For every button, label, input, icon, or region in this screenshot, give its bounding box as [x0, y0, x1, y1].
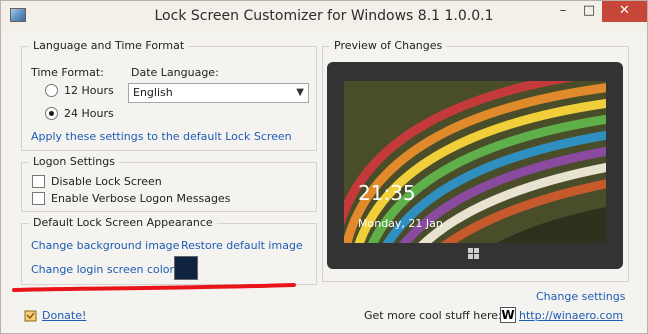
date-language-select[interactable]: English ▼ — [128, 83, 309, 103]
disable-lock-screen-label[interactable]: Disable Lock Screen — [51, 175, 162, 188]
preview-group-title: Preview of Changes — [330, 39, 447, 52]
tablet-preview — [327, 62, 623, 269]
winaero-w-icon: W — [500, 307, 516, 323]
donate-icon — [24, 310, 37, 322]
radio-24-hours[interactable] — [45, 107, 58, 120]
winaero-link[interactable]: http://winaero.com — [519, 309, 623, 322]
radio-24-hours-label[interactable]: 24 Hours — [64, 107, 114, 120]
red-annotation-stroke — [12, 283, 296, 292]
title-bar: Lock Screen Customizer for Windows 8.1 1… — [1, 1, 647, 32]
donate-icon-body — [24, 310, 37, 322]
chevron-down-icon: ▼ — [296, 87, 304, 98]
date-language-value: English — [133, 86, 173, 99]
windows-logo-icon — [468, 248, 480, 260]
more-stuff-label: Get more cool stuff here: — [364, 309, 502, 322]
preview-date: Monday, 21 Jan — [358, 217, 443, 230]
login-color-swatch[interactable] — [174, 256, 198, 280]
verbose-logon-checkbox[interactable] — [32, 192, 45, 205]
donate-link[interactable]: Donate! — [42, 309, 86, 322]
date-language-label: Date Language: — [131, 66, 219, 79]
close-button[interactable]: ✕ — [602, 1, 647, 22]
verbose-logon-label[interactable]: Enable Verbose Logon Messages — [51, 192, 230, 205]
appearance-group-title: Default Lock Screen Appearance — [29, 216, 217, 229]
preview-clock: 21:35 — [358, 181, 416, 205]
minimize-button[interactable]: – — [550, 1, 576, 22]
logon-settings-group-title: Logon Settings — [29, 155, 119, 168]
change-settings-link[interactable]: Change settings — [536, 290, 625, 303]
disable-lock-screen-checkbox[interactable] — [32, 175, 45, 188]
restore-default-image-link[interactable]: Restore default image — [181, 239, 303, 252]
change-background-link[interactable]: Change background image — [31, 239, 179, 252]
red-annotation-underline — [12, 283, 296, 292]
radio-12-hours[interactable] — [45, 84, 58, 97]
apply-default-lock-screen-link[interactable]: Apply these settings to the default Lock… — [31, 130, 292, 143]
time-format-label: Time Format: — [31, 66, 104, 79]
maximize-button[interactable]: □ — [576, 1, 602, 22]
app-window: Lock Screen Customizer for Windows 8.1 1… — [0, 0, 648, 334]
language-time-group-title: Language and Time Format — [29, 39, 189, 52]
change-login-color-link[interactable]: Change login screen color — [31, 263, 174, 276]
radio-12-hours-label[interactable]: 12 Hours — [64, 84, 114, 97]
